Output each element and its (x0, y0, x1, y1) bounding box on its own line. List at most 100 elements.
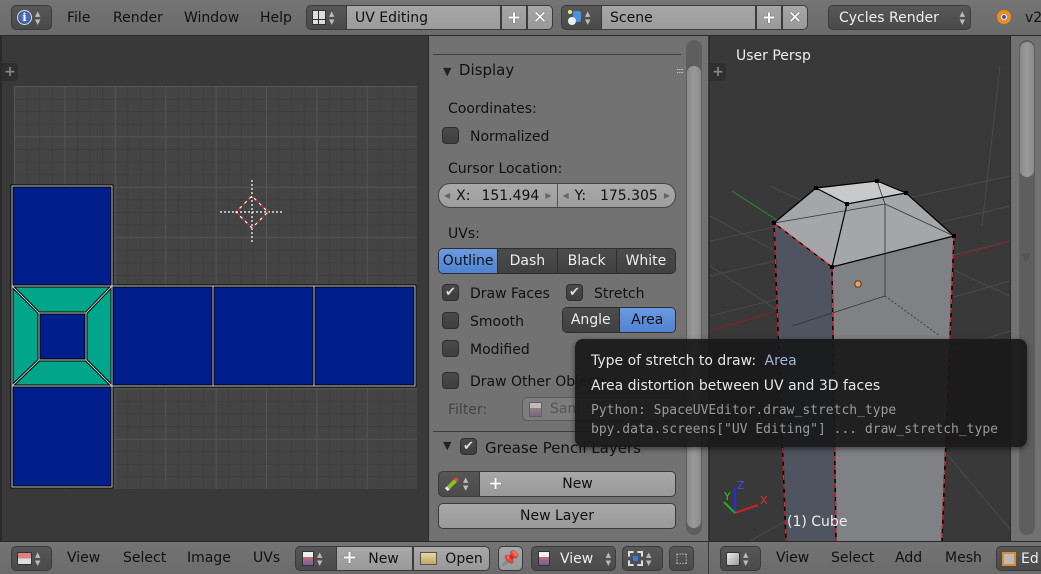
right-arrow-icon[interactable]: ▶ (545, 191, 551, 200)
pin-image-button[interactable]: 📌 (498, 546, 523, 571)
folder-icon (420, 552, 438, 565)
toolshelf-toggle-button[interactable]: + (710, 63, 726, 81)
uv-style-outline[interactable]: Outline (439, 249, 498, 273)
viewport-scrollbar-thumb[interactable] (1020, 42, 1034, 177)
menu-view[interactable]: View (67, 542, 100, 574)
close-icon: ✕ (532, 7, 548, 28)
draw-faces-checkbox[interactable]: ✔ (442, 284, 459, 301)
grease-pencil-enable-checkbox[interactable]: ✔ (460, 438, 477, 455)
scene-selector[interactable]: ▲ ▼ (561, 5, 602, 30)
menu-add[interactable]: Add (895, 542, 922, 574)
new-label: New (562, 476, 593, 492)
mode-dropdown[interactable]: Ed (996, 546, 1041, 571)
viewport-header: ▲ ▼ View Select Add Mesh Ed (709, 541, 1041, 574)
toolshelf-toggle-button[interactable]: + (2, 63, 18, 81)
left-arrow-icon[interactable]: ◀ (444, 191, 450, 200)
editor-type-button[interactable]: ▲ ▼ (720, 546, 761, 571)
drag-grip-icon[interactable]: :::: (676, 66, 684, 75)
normalized-checkbox[interactable] (442, 127, 459, 144)
cube-icon (726, 551, 740, 566)
normalized-label: Normalized (470, 129, 550, 145)
sync-selection-button[interactable]: ⬚ (669, 546, 694, 571)
uv-face (312, 284, 417, 388)
menu-view[interactable]: View (776, 542, 809, 574)
plus-icon: + (712, 64, 724, 80)
uv-style-selector: Outline Dash Black White (438, 248, 676, 274)
draw-other-objects-checkbox[interactable] (442, 372, 459, 389)
new-layer-button[interactable]: New Layer (438, 503, 676, 529)
screen-layout-selector[interactable]: ▲ ▼ (306, 5, 347, 30)
menu-render[interactable]: Render (113, 0, 163, 35)
grease-pencil-new-button[interactable]: + New (479, 471, 676, 497)
tooltip-value: Area (764, 353, 797, 369)
updown-arrows-icon: ▲ ▼ (646, 550, 652, 567)
stretch-type-angle[interactable]: Angle (563, 308, 619, 332)
image-browse-button[interactable]: ▲ ▼ (295, 546, 337, 571)
uv-style-dash[interactable]: Dash (497, 249, 557, 273)
left-arrow-icon[interactable]: ◀ (563, 191, 569, 200)
3d-viewport[interactable]: Z Y X User Persp + (1) Cube ▼ (709, 36, 1041, 541)
tooltip: Type of stretch to draw: Area Area disto… (575, 339, 1027, 447)
modified-label: Modified (470, 342, 530, 358)
open-image-button[interactable]: Open (413, 546, 490, 571)
cursor-x-field[interactable]: ◀ X: 151.494 ▶ (439, 184, 558, 207)
menu-select[interactable]: Select (831, 542, 874, 574)
stretch-type-selector: Angle Area (562, 307, 676, 333)
uv-editor-header: ▲ ▼ View Select Image UVs ▲ ▼ + New Open 📌… (0, 541, 708, 574)
cursor-y-field[interactable]: ◀ Y: 175.305 ▶ (558, 184, 676, 207)
smooth-label: Smooth (470, 314, 525, 330)
uv-grid[interactable] (10, 86, 417, 489)
menu-uvs[interactable]: UVs (253, 542, 280, 574)
cursor-location-label: Cursor Location: (448, 161, 563, 177)
pin-icon: 📌 (501, 550, 520, 567)
smooth-checkbox[interactable] (442, 312, 459, 329)
menu-mesh[interactable]: Mesh (945, 542, 982, 574)
display-panel-header[interactable]: ▼ Display :::: (443, 61, 684, 81)
collapse-triangle-icon: ▼ (443, 65, 452, 78)
collapse-triangle-icon: ▼ (443, 439, 452, 452)
menu-file[interactable]: File (67, 0, 90, 35)
view-mode-label: View (560, 550, 594, 567)
grease-pencil-datablock-selector[interactable]: ▲ ▼ (438, 471, 480, 497)
new-image-button[interactable]: + New (336, 546, 413, 571)
editor-type-button[interactable]: ▲ ▼ (11, 546, 52, 571)
add-screen-button[interactable]: + (501, 5, 527, 30)
blender-logo-icon (993, 8, 1013, 26)
render-engine-dropdown[interactable]: Cycles Render ▲ ▼ (828, 5, 971, 30)
version-label: v2 (1025, 9, 1041, 26)
menu-window[interactable]: Window (184, 0, 239, 35)
screen-layout-name-field[interactable]: UV Editing (346, 5, 501, 30)
uv-editor-area[interactable]: + (0, 36, 427, 541)
y-axis-line (731, 190, 781, 223)
menu-image[interactable]: Image (187, 542, 231, 574)
stretch-type-area[interactable]: Area (618, 308, 675, 332)
delete-scene-button[interactable]: ✕ (782, 5, 808, 30)
updown-arrows-icon: ▲ ▼ (35, 550, 41, 567)
add-scene-button[interactable]: + (756, 5, 782, 30)
pivot-point-dropdown[interactable]: ▲ ▼ (622, 546, 663, 571)
view-mode-dropdown[interactable]: View ▲ ▼ (531, 546, 616, 571)
2d-cursor (220, 180, 282, 244)
right-arrow-icon[interactable]: ▶ (664, 191, 670, 200)
object-info-label: (1) Cube (787, 514, 848, 530)
info-icon: i (17, 10, 32, 25)
delete-screen-button[interactable]: ✕ (527, 5, 553, 30)
uv-style-black[interactable]: Black (556, 249, 616, 273)
cursor-location-field: ◀ X: 151.494 ▶ ◀ Y: 175.305 ▶ (438, 183, 676, 208)
stretch-checkbox[interactable]: ✔ (566, 284, 583, 301)
properties-scrollbar-thumb[interactable] (687, 66, 701, 528)
uv-properties-panel: ▼ Display :::: Coordinates: Normalized C… (428, 36, 708, 541)
modified-checkbox[interactable] (442, 340, 459, 357)
tooltip-data-path: bpy.data.screens["UV Editing"] ... draw_… (591, 422, 998, 437)
editor-type-info-button[interactable]: i ▲ ▼ (11, 5, 52, 30)
uv-face (10, 184, 114, 288)
tooltip-python-path: Python: SpaceUVEditor.draw_stretch_type (591, 403, 897, 418)
axis-label-x: X (760, 494, 768, 507)
menu-help[interactable]: Help (260, 0, 292, 35)
top-header: i ▲ ▼ File Render Window Help ▲ ▼ UV Editi… (0, 0, 1041, 36)
uv-style-white[interactable]: White (615, 249, 675, 273)
collapse-triangle-icon[interactable]: ▼ (1022, 251, 1030, 264)
menu-select[interactable]: Select (123, 542, 166, 574)
stretch-label: Stretch (594, 286, 645, 302)
scene-name-field[interactable]: Scene (601, 5, 756, 30)
